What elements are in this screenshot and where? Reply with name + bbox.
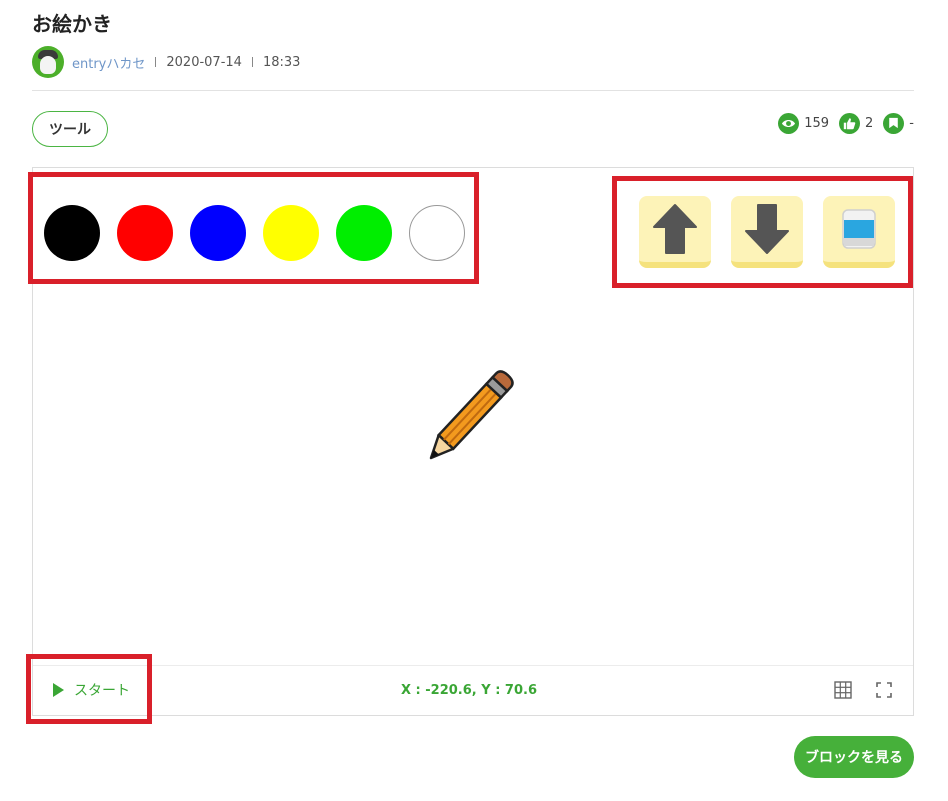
- tools-highlight-box: [612, 176, 913, 288]
- author-link[interactable]: entryハカセ: [72, 53, 145, 72]
- thumbs-up-icon[interactable]: [839, 112, 861, 134]
- grid-icon[interactable]: [833, 680, 853, 700]
- pencil-sprite[interactable]: [423, 366, 533, 466]
- mouse-coordinates: X : -220.6, Y : 70.6: [401, 682, 537, 698]
- post-meta: entryハカセ 2020-07-14 18:33: [32, 46, 300, 78]
- meta-separator: [155, 57, 157, 67]
- start-highlight-box: [26, 654, 152, 724]
- view-blocks-button[interactable]: ブロックを見る: [794, 736, 914, 778]
- stage-controls: スタート X : -220.6, Y : 70.6: [33, 665, 913, 715]
- page-title: お絵かき: [32, 12, 112, 36]
- like-count: 2: [865, 115, 874, 131]
- post-time: 18:33: [262, 54, 301, 70]
- fullscreen-icon[interactable]: [874, 680, 894, 700]
- bookmark-count: -: [909, 115, 914, 131]
- header-divider: [32, 90, 914, 91]
- bookmark-icon[interactable]: [883, 112, 905, 134]
- palette-highlight-box: [28, 172, 479, 284]
- tag-tool-button[interactable]: ツール: [32, 111, 108, 147]
- post-date: 2020-07-14: [166, 54, 242, 70]
- eye-icon: [778, 112, 800, 134]
- project-stats: 159 2 -: [778, 111, 914, 135]
- view-count: 159: [804, 115, 830, 131]
- avatar[interactable]: [32, 46, 64, 78]
- meta-separator: [251, 57, 253, 67]
